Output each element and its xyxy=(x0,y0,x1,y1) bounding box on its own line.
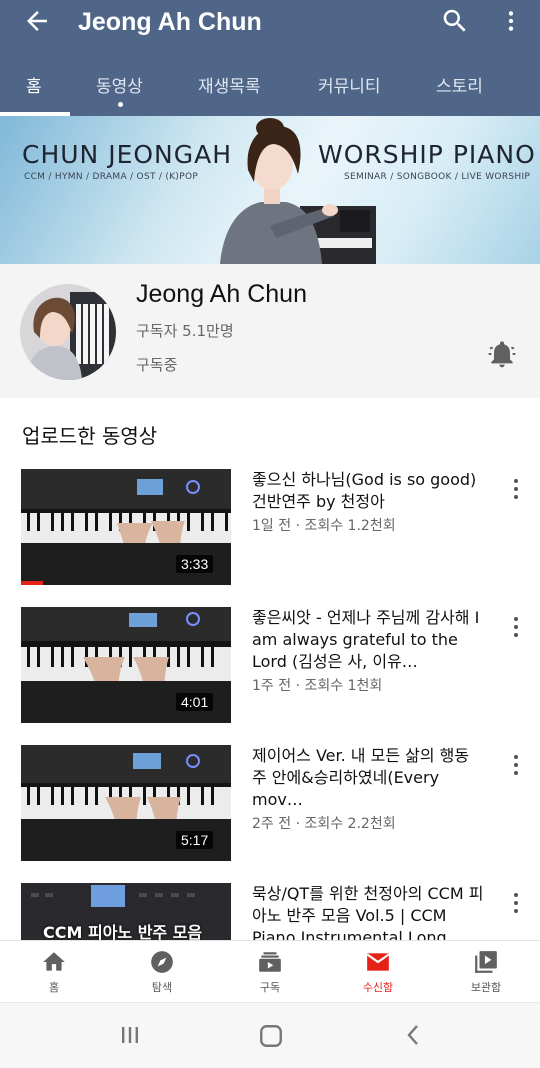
video-title[interactable]: 묵상/QT를 위한 천정아의 CCM 피아노 반주 모음 Vol.5 | CCM… xyxy=(252,883,488,940)
video-more-icon[interactable] xyxy=(508,753,524,777)
nav-library[interactable]: 보관함 xyxy=(446,949,526,995)
back-arrow-icon[interactable] xyxy=(22,6,52,36)
home-icon xyxy=(43,952,65,971)
tab-home[interactable]: 홈 xyxy=(26,72,42,97)
video-item[interactable]: 3:33 좋으신 하나님(God is so good) 건반연주 by 천정아… xyxy=(0,469,540,587)
bell-icon[interactable] xyxy=(486,338,518,370)
nav-explore[interactable]: 탐색 xyxy=(122,949,202,995)
tab-playlists[interactable]: 재생목록 xyxy=(198,72,261,97)
channel-title: Jeong Ah Chun xyxy=(78,8,262,36)
nav-explore-label: 탐색 xyxy=(151,981,173,994)
nav-library-label: 보관함 xyxy=(470,981,502,994)
banner-artist-image xyxy=(220,118,376,264)
nav-inbox-label: 수신함 xyxy=(362,981,394,994)
nav-home-label: 홈 xyxy=(48,981,60,994)
nav-subscriptions[interactable]: 구독 xyxy=(230,949,310,995)
video-item[interactable]: 4:01 좋은씨앗 - 언제나 주님께 감사해 I am always grat… xyxy=(0,607,540,725)
new-content-dot xyxy=(118,102,123,107)
video-duration: 4:01 xyxy=(176,693,214,711)
subscribed-status[interactable]: 구독중 xyxy=(136,354,177,375)
search-icon[interactable] xyxy=(440,6,470,36)
video-title[interactable]: 좋으신 하나님(God is so good) 건반연주 by 천정아 xyxy=(252,469,488,513)
uploads-section-title: 업로드한 동영상 xyxy=(22,424,158,448)
tab-stories[interactable]: 스토리 xyxy=(436,72,483,97)
system-home-icon[interactable] xyxy=(258,1023,284,1049)
inbox-icon xyxy=(366,953,390,971)
channel-name: Jeong Ah Chun xyxy=(136,280,307,308)
app-bar: Jeong Ah Chun 홈 동영상 재생목록 커뮤니티 스토리 xyxy=(0,0,540,116)
video-more-icon[interactable] xyxy=(508,615,524,639)
subscriptions-icon xyxy=(259,952,281,972)
system-back-icon[interactable] xyxy=(402,1023,426,1047)
video-more-icon[interactable] xyxy=(508,477,524,501)
video-meta: 1주 전 · 조회수 1천회 xyxy=(252,678,383,694)
channel-header: Jeong Ah Chun 구독자 5.1만명 구독중 xyxy=(0,264,540,398)
nav-inbox[interactable]: 수신함 xyxy=(338,949,418,995)
video-duration: 5:17 xyxy=(176,831,214,849)
recents-icon[interactable] xyxy=(118,1023,142,1047)
channel-banner: CHUN JEONGAH CCM / HYMN / DRAMA / OST / … xyxy=(0,116,540,264)
video-title[interactable]: 제이어스 Ver. 내 모든 삶의 행동 주 안에&승리하였네(Every mo… xyxy=(252,745,488,811)
video-item[interactable]: 5:17 제이어스 Ver. 내 모든 삶의 행동 주 안에&승리하였네(Eve… xyxy=(0,745,540,863)
thumbnail-caption: CCM 피아노 반주 모음 xyxy=(43,923,203,940)
video-meta: 2주 전 · 조회수 2.2천회 xyxy=(252,816,396,832)
system-navigation-bar xyxy=(0,1002,540,1068)
library-icon xyxy=(475,951,497,973)
explore-icon xyxy=(151,951,173,973)
nav-home[interactable]: 홈 xyxy=(14,949,94,995)
watch-progress-bar xyxy=(21,581,43,585)
video-meta: 1일 전 · 조회수 1.2천회 xyxy=(252,518,396,534)
video-more-icon[interactable] xyxy=(508,891,524,915)
tab-videos[interactable]: 동영상 xyxy=(96,72,143,97)
banner-left-subtitle: CCM / HYMN / DRAMA / OST / (K)POP xyxy=(24,172,199,182)
video-thumbnail[interactable]: CCM 피아노 반주 모음 xyxy=(21,883,231,940)
more-vert-icon[interactable] xyxy=(498,6,524,36)
nav-subscriptions-label: 구독 xyxy=(259,981,281,994)
subscriber-count: 구독자 5.1만명 xyxy=(136,322,234,340)
video-duration: 3:33 xyxy=(176,555,214,573)
channel-tabs: 홈 동영상 재생목록 커뮤니티 스토리 xyxy=(0,64,540,116)
channel-avatar[interactable] xyxy=(20,284,116,380)
tab-community[interactable]: 커뮤니티 xyxy=(318,72,381,97)
video-item[interactable]: CCM 피아노 반주 모음 묵상/QT를 위한 천정아의 CCM 피아노 반주 … xyxy=(0,883,540,940)
video-title[interactable]: 좋은씨앗 - 언제나 주님께 감사해 I am always grateful … xyxy=(252,607,488,673)
bottom-navigation: 홈 탐색 구독 수신함 보관함 xyxy=(0,940,540,1002)
